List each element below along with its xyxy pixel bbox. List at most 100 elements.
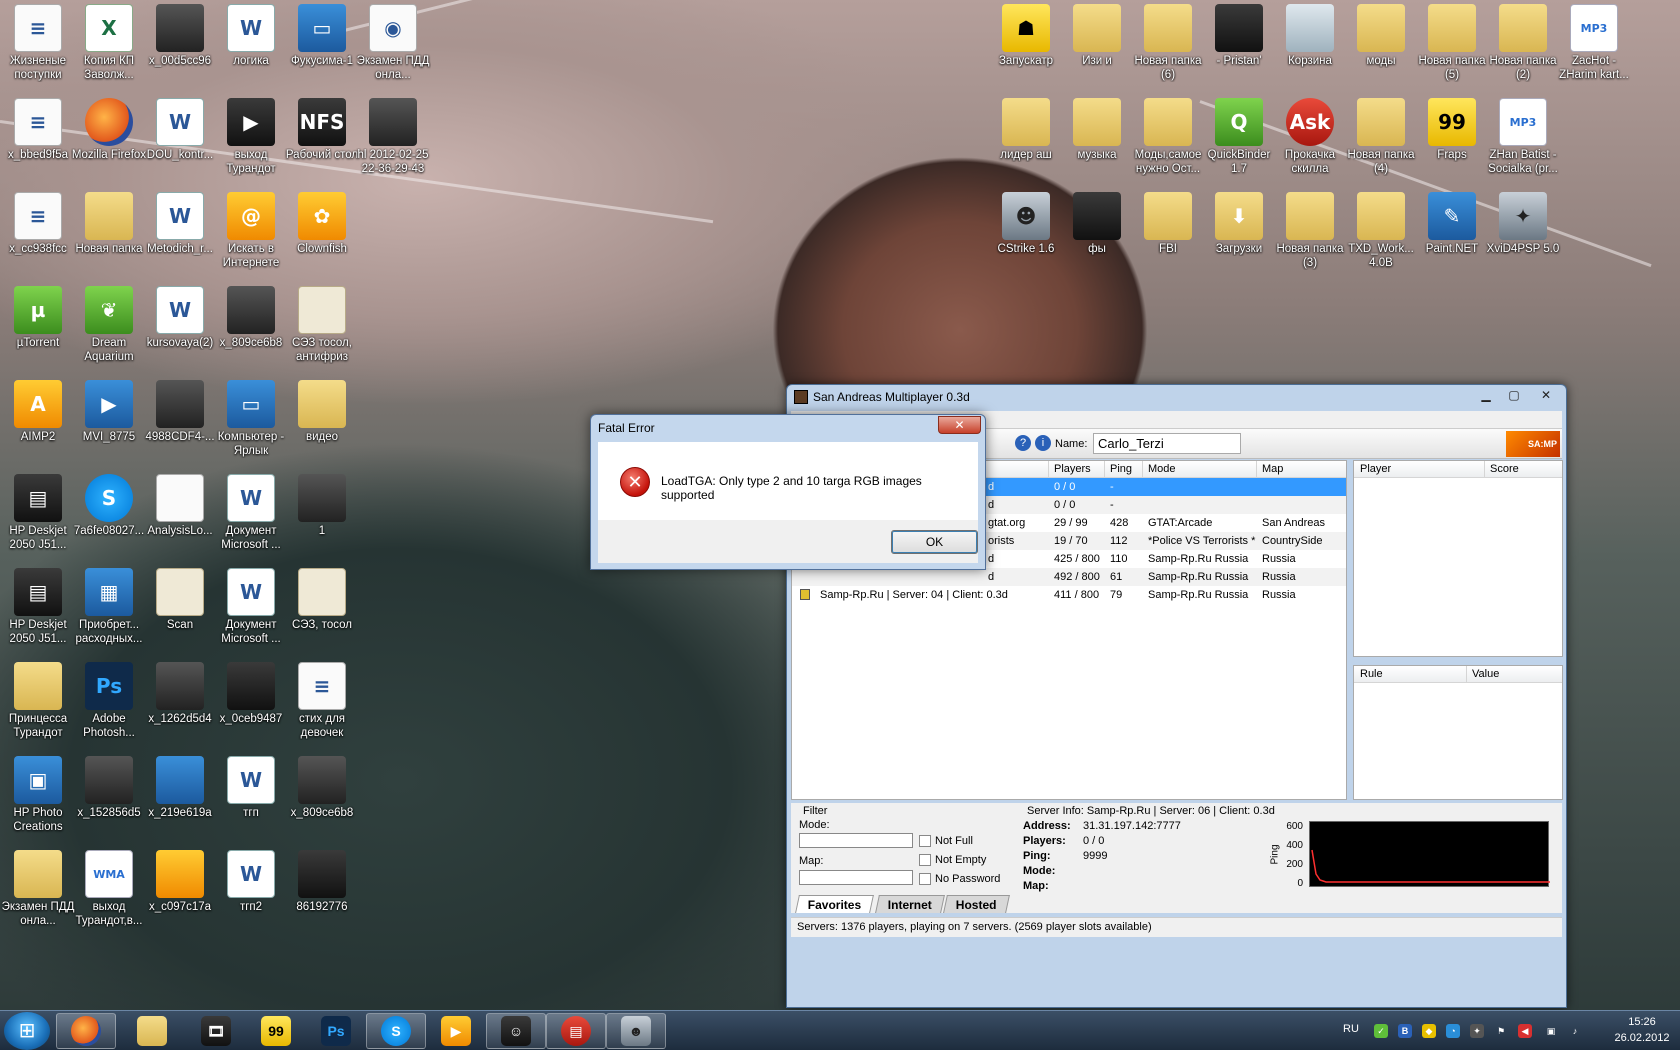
taskbar-button[interactable]: Ps: [306, 1013, 366, 1049]
tray-app-icon[interactable]: ✓: [1374, 1024, 1388, 1038]
column-ping[interactable]: Ping: [1110, 463, 1132, 475]
tray-app-icon[interactable]: ✦: [1470, 1024, 1484, 1038]
column-value[interactable]: Value: [1472, 668, 1499, 680]
desktop-icon[interactable]: СЭЗ, тосол: [284, 564, 360, 658]
desktop-icon[interactable]: видео: [284, 376, 360, 470]
help-icon[interactable]: ?: [1015, 435, 1031, 451]
taskbar-button[interactable]: S: [366, 1013, 426, 1049]
column-map[interactable]: Map: [1262, 463, 1283, 475]
clock-time[interactable]: 15:26: [1612, 1016, 1672, 1028]
desktop-icon[interactable]: ▭ Фукусима-1: [284, 0, 360, 94]
desktop-icon[interactable]: ▭ Компьютер - Ярлык: [213, 376, 289, 470]
desktop-icon[interactable]: µ µTorrent: [0, 282, 76, 376]
desktop-icon[interactable]: hl 2012-02-25 22-36-29-43: [355, 94, 431, 188]
desktop-icon[interactable]: Wтгп2: [213, 846, 289, 940]
desktop-icon[interactable]: Изи и: [1059, 0, 1135, 94]
tray-app-icon[interactable]: B: [1398, 1024, 1412, 1038]
tray-app-icon[interactable]: ◀: [1518, 1024, 1532, 1038]
desktop-icon[interactable]: Новая папка (6): [1130, 0, 1206, 94]
desktop-icon[interactable]: WMA выход Турандот,в...: [71, 846, 147, 940]
server-row[interactable]: d 492 / 800 61 Samp-Rp.Ru Russia Russia: [792, 568, 1346, 586]
desktop-icon[interactable]: Q QuickBinder 1.7: [1201, 94, 1277, 188]
desktop-icon[interactable]: MP3 ZacHot - ZHarim kart...: [1556, 0, 1632, 94]
desktop-icon[interactable]: Ask Прокачка скилла: [1272, 94, 1348, 188]
taskbar-button[interactable]: [122, 1013, 182, 1049]
volume-icon[interactable]: ♪: [1568, 1024, 1582, 1038]
desktop-icon[interactable]: Новая папка (4): [1343, 94, 1419, 188]
desktop-icon[interactable]: СЭЗ тосол, антифриз: [284, 282, 360, 376]
desktop-icon[interactable]: x_c097c17a: [142, 846, 218, 940]
desktop-icon[interactable]: x_00d5cc96: [142, 0, 218, 94]
desktop-icon[interactable]: Новая папка (5): [1414, 0, 1490, 94]
taskbar-button[interactable]: ☻: [606, 1013, 666, 1049]
desktop-icon[interactable]: ▶ выход Турандот: [213, 94, 289, 188]
desktop-icon[interactable]: MP3 ZHan Batist - Socialka (pr...: [1485, 94, 1561, 188]
no-password-checkbox[interactable]: [919, 873, 931, 885]
desktop-icon[interactable]: Wлогика: [213, 0, 289, 94]
desktop-icon[interactable]: ▦ Приобрет... расходных...: [71, 564, 147, 658]
taskbar-button[interactable]: ▶: [426, 1013, 486, 1049]
desktop-icon[interactable]: - Pristan': [1201, 0, 1277, 94]
info-icon[interactable]: i: [1035, 435, 1051, 451]
start-button[interactable]: ⊞: [4, 1012, 50, 1050]
tab-favorites[interactable]: Favorites: [795, 895, 875, 913]
language-indicator[interactable]: RU: [1343, 1023, 1359, 1035]
samp-titlebar[interactable]: San Andreas Multiplayer 0.3d ▁ ▢ ✕: [787, 385, 1566, 409]
desktop-icon[interactable]: ≡ стих для девочек: [284, 658, 360, 752]
desktop-icon[interactable]: Scan: [142, 564, 218, 658]
desktop-icon[interactable]: TXD_Work... 4.0B: [1343, 188, 1419, 282]
desktop-icon[interactable]: лидер аш: [988, 94, 1064, 188]
name-input[interactable]: Carlo_Terzi: [1093, 433, 1241, 454]
desktop-icon[interactable]: фы: [1059, 188, 1135, 282]
minimize-button[interactable]: ▁: [1472, 386, 1500, 404]
desktop-icon[interactable]: x_0ceb9487: [213, 658, 289, 752]
desktop-icon[interactable]: x_1262d5d4: [142, 658, 218, 752]
desktop-icon[interactable]: W Документ Microsoft ...: [213, 564, 289, 658]
maximize-button[interactable]: ▢: [1500, 386, 1528, 404]
desktop-icon[interactable]: Корзина: [1272, 0, 1348, 94]
filter-mode-input[interactable]: [799, 833, 913, 848]
desktop-icon[interactable]: NFS Рабочий стол: [284, 94, 360, 188]
desktop-icon[interactable]: X Копия КП Заволж...: [71, 0, 147, 94]
taskbar-button[interactable]: ☺: [486, 1013, 546, 1049]
desktop-icon[interactable]: W DOU_kontr...: [142, 94, 218, 188]
desktop-icon[interactable]: Wkursovaya(2): [142, 282, 218, 376]
server-row[interactable]: Samp-Rp.Ru | Server: 04 | Client: 0.3d 41…: [792, 586, 1346, 604]
desktop-icon[interactable]: моды: [1343, 0, 1419, 94]
not-full-checkbox[interactable]: [919, 835, 931, 847]
tray-app-icon[interactable]: ◔: [1446, 1024, 1460, 1038]
desktop-icon[interactable]: x_809ce6b8: [284, 752, 360, 846]
desktop-icon[interactable]: S 7a6fe08027...: [71, 470, 147, 564]
desktop-icon[interactable]: ≡ x_cc938fcc: [0, 188, 76, 282]
column-rule[interactable]: Rule: [1360, 668, 1383, 680]
taskbar-button[interactable]: 🎞: [186, 1013, 246, 1049]
dialog-close-button[interactable]: ✕: [938, 416, 981, 434]
desktop-icon[interactable]: ☗ Запускатр: [988, 0, 1064, 94]
desktop-icon[interactable]: ≡ Жизненые поступки: [0, 0, 76, 94]
desktop-icon[interactable]: x_152856d5: [71, 752, 147, 846]
action-center-icon[interactable]: ⚑: [1494, 1024, 1508, 1038]
clock-date[interactable]: 26.02.2012: [1608, 1032, 1676, 1044]
desktop-icon[interactable]: ◉ Экзамен ПДД онла...: [355, 0, 431, 94]
filter-map-input[interactable]: [799, 870, 913, 885]
column-players[interactable]: Players: [1054, 463, 1091, 475]
desktop-icon[interactable]: 99 Fraps: [1414, 94, 1490, 188]
desktop-icon[interactable]: ⬇ Загрузки: [1201, 188, 1277, 282]
column-mode[interactable]: Mode: [1148, 463, 1176, 475]
desktop-icon[interactable]: ☻ CStrike 1.6: [988, 188, 1064, 282]
desktop-icon[interactable]: Новая папка: [71, 188, 147, 282]
desktop-icon[interactable]: Моды,самое нужно Ост...: [1130, 94, 1206, 188]
desktop-icon[interactable]: x_809ce6b8: [213, 282, 289, 376]
desktop-icon[interactable]: Экзамен ПДД онла...: [0, 846, 76, 940]
tab-internet[interactable]: Internet: [875, 895, 945, 913]
desktop-icon[interactable]: 1: [284, 470, 360, 564]
desktop-icon[interactable]: ▤ HP Deskjet 2050 J51...: [0, 470, 76, 564]
desktop-icon[interactable]: ▤ HP Deskjet 2050 J51...: [0, 564, 76, 658]
desktop-icon[interactable]: ▶ MVI_8775: [71, 376, 147, 470]
desktop-icon[interactable]: Новая папка (2): [1485, 0, 1561, 94]
column-score[interactable]: Score: [1490, 463, 1519, 475]
desktop-icon[interactable]: ≡ x_bbed9f5a: [0, 94, 76, 188]
desktop-icon[interactable]: ✦ XviD4PSP 5.0: [1485, 188, 1561, 282]
desktop-icon[interactable]: ❦ Dream Aquarium: [71, 282, 147, 376]
desktop-icon[interactable]: Ps Adobe Photosh...: [71, 658, 147, 752]
